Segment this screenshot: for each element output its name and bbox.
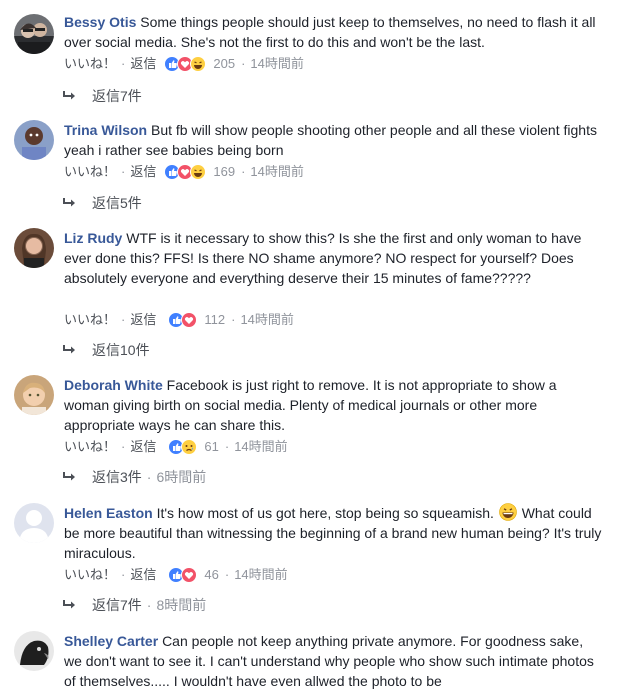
comment-body: Shelley Carter Can people not keep anyth… bbox=[64, 631, 604, 691]
avatar[interactable] bbox=[14, 503, 54, 543]
separator: · bbox=[146, 469, 152, 485]
view-replies-link[interactable]: 返信3件 bbox=[92, 468, 142, 486]
separator: · bbox=[121, 567, 126, 582]
reply-link[interactable]: 返信 bbox=[130, 56, 156, 72]
replies-timestamp: 6時間前 bbox=[156, 469, 207, 485]
comment-timestamp[interactable]: 14時間前 bbox=[234, 439, 287, 455]
view-replies-link[interactable]: 返信5件 bbox=[92, 194, 142, 212]
like-link[interactable]: いいね！ bbox=[64, 164, 116, 180]
reaction-count: 61 bbox=[204, 439, 219, 454]
reactions-summary[interactable] bbox=[168, 312, 198, 328]
separator: · bbox=[241, 164, 246, 179]
comment-body: Bessy Otis Some things people should jus… bbox=[64, 12, 604, 52]
separator: · bbox=[224, 439, 230, 454]
comment-body: Helen Easton It's how most of us got her… bbox=[64, 503, 604, 563]
comment-author-link[interactable]: Liz Rudy bbox=[64, 230, 122, 246]
view-replies-row[interactable]: 返信10件 bbox=[62, 341, 150, 359]
love-reaction-icon bbox=[181, 567, 198, 583]
reply-arrow-icon bbox=[63, 600, 75, 609]
comment-body: Trina Wilson But fb will show people sho… bbox=[64, 120, 604, 160]
separator: · bbox=[121, 312, 126, 327]
reactions-summary[interactable] bbox=[168, 567, 198, 583]
separator: · bbox=[241, 56, 246, 71]
reply-arrow-icon bbox=[63, 345, 75, 354]
avatar[interactable] bbox=[14, 375, 54, 415]
separator: · bbox=[224, 567, 230, 582]
comment-feed: Bessy Otis Some things people should jus… bbox=[0, 0, 618, 692]
comment-actions: いいね！ · 返信 61 · 14時間前 bbox=[64, 439, 288, 455]
comment-body: Liz Rudy WTF is it necessary to show thi… bbox=[64, 228, 604, 288]
like-link[interactable]: いいね！ bbox=[64, 567, 116, 583]
comment-author-link[interactable]: Helen Easton bbox=[64, 505, 153, 521]
separator: · bbox=[121, 439, 126, 454]
view-replies-link[interactable]: 返信7件 bbox=[92, 87, 142, 105]
view-replies-row[interactable]: 返信7件 bbox=[62, 87, 142, 105]
separator: · bbox=[121, 56, 126, 71]
comment-actions: いいね！ · 返信 205 · 14時間前 bbox=[64, 56, 304, 72]
avatar[interactable] bbox=[14, 120, 54, 160]
separator: · bbox=[121, 164, 126, 179]
like-link[interactable]: いいね！ bbox=[64, 439, 116, 455]
reply-link[interactable]: 返信 bbox=[130, 439, 156, 455]
comment-text: It's how most of us got here, stop being… bbox=[156, 505, 494, 521]
comment-actions: いいね！ · 返信 112 · 14時間前 bbox=[64, 312, 294, 328]
view-replies-link[interactable]: 返信7件 bbox=[92, 596, 142, 614]
separator: · bbox=[231, 312, 236, 327]
comment-text: Some things people should just keep to t… bbox=[64, 14, 596, 50]
comment-author-link[interactable]: Shelley Carter bbox=[64, 633, 158, 649]
comment-actions: いいね！ · 返信 169 · 14時間前 bbox=[64, 164, 304, 180]
reactions-summary[interactable] bbox=[168, 439, 198, 455]
reply-link[interactable]: 返信 bbox=[130, 567, 156, 583]
view-replies-row[interactable]: 返信5件 bbox=[62, 194, 142, 212]
reactions-summary[interactable] bbox=[164, 56, 207, 72]
reaction-count: 205 bbox=[213, 56, 236, 71]
reaction-count: 46 bbox=[204, 567, 219, 582]
separator: · bbox=[146, 597, 152, 613]
view-replies-row[interactable]: 返信3件 · 6時間前 bbox=[62, 468, 206, 486]
comment-text: WTF is it necessary to show this? Is she… bbox=[64, 230, 582, 286]
like-link[interactable]: いいね！ bbox=[64, 56, 116, 72]
comment-body: Deborah White Facebook is just right to … bbox=[64, 375, 604, 435]
haha-reaction-icon bbox=[190, 164, 207, 180]
grinning-emoji-icon bbox=[498, 503, 517, 521]
love-reaction-icon bbox=[181, 312, 198, 328]
comment-timestamp[interactable]: 14時間前 bbox=[234, 567, 287, 583]
reaction-count: 169 bbox=[213, 164, 236, 179]
reactions-summary[interactable] bbox=[164, 164, 207, 180]
like-link[interactable]: いいね！ bbox=[64, 312, 116, 328]
reply-link[interactable]: 返信 bbox=[130, 312, 156, 328]
comment-author-link[interactable]: Bessy Otis bbox=[64, 14, 136, 30]
comment-actions: いいね！ · 返信 46 · 14時間前 bbox=[64, 567, 288, 583]
reaction-count: 112 bbox=[204, 312, 226, 327]
reply-link[interactable]: 返信 bbox=[130, 164, 156, 180]
reply-arrow-icon bbox=[63, 91, 75, 100]
reply-arrow-icon bbox=[63, 472, 75, 481]
sad-reaction-icon bbox=[181, 439, 198, 455]
comment-author-link[interactable]: Deborah White bbox=[64, 377, 163, 393]
view-replies-link[interactable]: 返信10件 bbox=[92, 341, 150, 359]
comment-timestamp[interactable]: 14時間前 bbox=[240, 312, 293, 328]
comment-timestamp[interactable]: 14時間前 bbox=[250, 56, 303, 72]
avatar[interactable] bbox=[14, 228, 54, 268]
comment-timestamp[interactable]: 14時間前 bbox=[250, 164, 303, 180]
reply-arrow-icon bbox=[63, 198, 75, 207]
haha-reaction-icon bbox=[190, 56, 207, 72]
replies-timestamp: 8時間前 bbox=[156, 597, 207, 613]
avatar[interactable] bbox=[14, 14, 54, 54]
view-replies-row[interactable]: 返信7件 · 8時間前 bbox=[62, 596, 206, 614]
avatar[interactable] bbox=[14, 631, 54, 671]
comment-author-link[interactable]: Trina Wilson bbox=[64, 122, 147, 138]
